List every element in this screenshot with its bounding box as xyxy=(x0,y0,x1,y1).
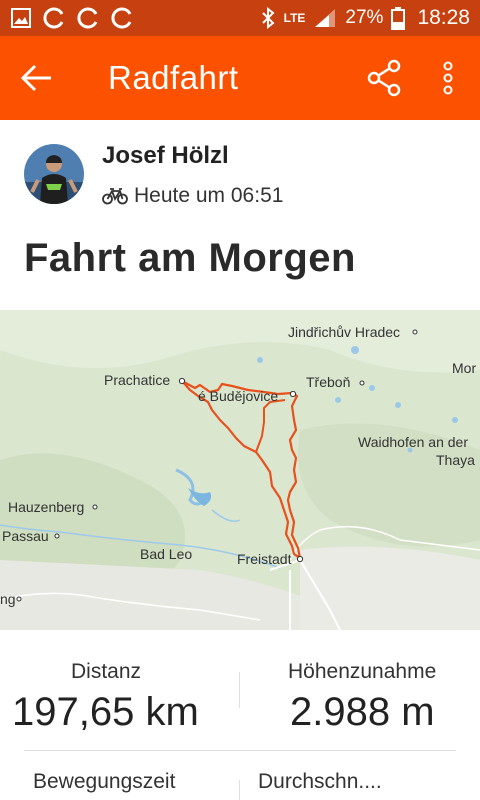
distance-value: 197,65 km xyxy=(12,690,199,734)
map-labels: Jindřichův Hradec Prachatice é Budějovic… xyxy=(0,310,480,630)
map-label: Třeboň xyxy=(306,374,351,390)
map-label: Jindřichův Hradec xyxy=(288,324,401,340)
map-label: Bad Leo xyxy=(140,546,193,562)
activity-meta: Heute um 06:51 xyxy=(102,184,283,208)
battery-icon xyxy=(391,7,406,30)
divider xyxy=(239,672,240,708)
share-button[interactable] xyxy=(362,56,406,100)
back-button[interactable] xyxy=(0,36,72,120)
map-label: Freistadt xyxy=(237,551,292,567)
app-bar: Radfahrt xyxy=(0,36,480,120)
activity-header: Josef Hölzl Heute um 06:51 Fahrt am Morg… xyxy=(0,120,480,310)
sync-icon xyxy=(77,7,98,29)
map-label: Thaya xyxy=(436,452,475,468)
map-label: Waidhofen an der xyxy=(358,434,468,450)
moving-time-label: Bewegungszeit xyxy=(33,770,176,793)
route-map[interactable]: Jindřichův Hradec Prachatice é Budějovic… xyxy=(0,310,480,630)
overflow-menu-button[interactable] xyxy=(428,56,468,100)
sync-icon xyxy=(43,7,64,29)
map-label: ng xyxy=(0,591,16,607)
elevation-value: 2.988 m xyxy=(290,690,435,734)
bicycle-icon xyxy=(102,188,128,205)
more-vertical-icon xyxy=(443,61,453,95)
signal-icon xyxy=(315,9,336,27)
map-label: Prachatice xyxy=(104,372,171,388)
activity-title: Fahrt am Morgen xyxy=(24,236,356,280)
share-icon xyxy=(367,59,401,97)
elevation-label: Höhenzunahme xyxy=(288,660,437,683)
network-type-label: LTE xyxy=(283,11,306,25)
map-label: Mor xyxy=(452,360,477,376)
map-label: Passau xyxy=(2,528,49,544)
average-label: Durchschn.... xyxy=(258,770,382,793)
map-label: é Budějovice xyxy=(198,388,279,404)
status-bar: LTE 27% 18:28 xyxy=(0,0,480,36)
page-title: Radfahrt xyxy=(108,59,239,96)
sync-icon xyxy=(111,7,132,29)
divider xyxy=(24,750,456,751)
map-label: Hauzenberg xyxy=(8,499,85,515)
clock: 18:28 xyxy=(417,6,470,29)
athlete-name[interactable]: Josef Hölzl xyxy=(102,142,229,170)
gallery-notification-icon xyxy=(11,8,31,28)
athlete-avatar[interactable] xyxy=(24,144,84,204)
battery-percent: 27% xyxy=(345,7,384,28)
activity-stats: Distanz 197,65 km Höhenzunahme 2.988 m B… xyxy=(0,630,480,800)
activity-timestamp: Heute um 06:51 xyxy=(134,184,284,207)
distance-label: Distanz xyxy=(71,660,142,683)
divider xyxy=(239,780,240,800)
bluetooth-icon xyxy=(261,6,275,30)
arrow-back-icon xyxy=(20,64,51,92)
